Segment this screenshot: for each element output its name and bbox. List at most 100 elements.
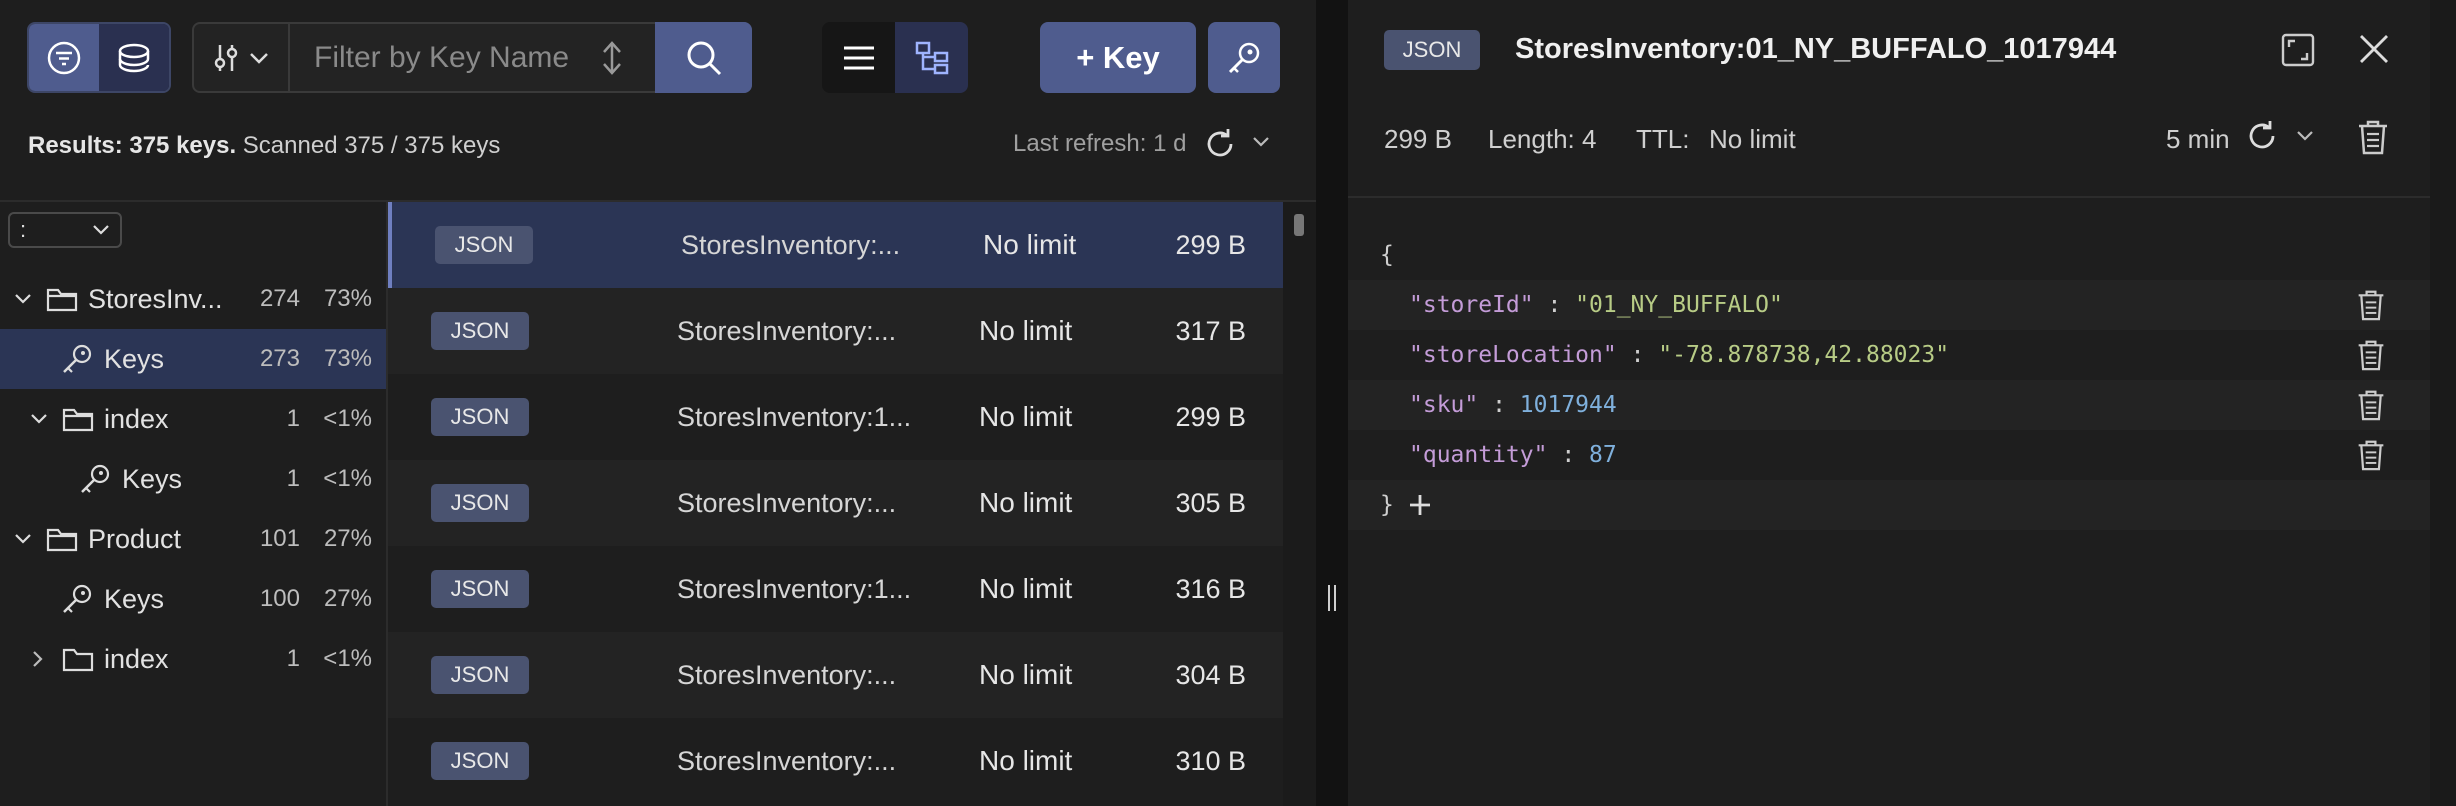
json-entry[interactable]: "storeLocation" : "-78.878738,42.88023" — [1348, 330, 2430, 380]
chevron-down-icon — [93, 225, 109, 235]
key-row[interactable]: JSON StoresInventory:1... No limit 316 B — [388, 546, 1283, 632]
search-mode-button[interactable] — [99, 24, 169, 91]
type-badge: JSON — [431, 398, 529, 436]
tree-keys-product[interactable]: Keys 100 27% — [0, 569, 386, 629]
bulk-actions-button[interactable] — [1208, 22, 1280, 93]
key-size: 316 B — [1175, 573, 1246, 604]
trash-icon[interactable] — [2356, 438, 2386, 472]
trash-icon[interactable] — [2356, 118, 2390, 156]
key-name: StoresInventory:... — [677, 487, 897, 518]
json-entry[interactable]: "sku" : 1017944 — [1348, 380, 2430, 430]
add-field-icon[interactable] — [1408, 493, 1432, 517]
key-row[interactable]: JSON StoresInventory:... No limit 317 B — [388, 288, 1283, 374]
tree-item-percent: <1% — [323, 405, 372, 432]
tree-item-percent: 73% — [323, 285, 372, 312]
tree-item-count: 101 — [259, 525, 300, 552]
tree-item-label: index — [104, 643, 169, 674]
json-value[interactable]: "-78.878738,42.88023" — [1658, 342, 1949, 368]
key-name: StoresInventory:... — [677, 745, 897, 776]
refresh-icon[interactable] — [1202, 126, 1238, 162]
results-scanned: Scanned 375 / 375 keys — [236, 132, 501, 159]
key-list-scrollbar[interactable] — [1283, 202, 1316, 806]
key-icon — [63, 584, 92, 613]
filter-mode-button[interactable] — [29, 24, 99, 91]
search-input[interactable] — [292, 24, 572, 91]
fullscreen-icon[interactable] — [2280, 32, 2316, 68]
tree-item-count: 1 — [286, 405, 300, 432]
add-key-button[interactable]: + Key — [1040, 22, 1196, 93]
key-ttl: No limit — [979, 659, 1073, 690]
key-wrench-icon — [1228, 42, 1260, 73]
close-icon[interactable] — [2357, 32, 2391, 66]
tree-view-button[interactable] — [895, 22, 968, 93]
key-ttl: No limit — [979, 573, 1073, 604]
tree-keys-index[interactable]: Keys 1 <1% — [0, 449, 386, 509]
auto-refresh-chevron-icon[interactable] — [1252, 136, 1270, 148]
tree-item-percent: 27% — [323, 585, 372, 612]
tree-folder-storesinventory[interactable]: StoresInv... 274 73% — [0, 269, 386, 329]
key-row[interactable]: JSON StoresInventory:... No limit 310 B — [388, 718, 1283, 804]
json-close-brace: } — [1380, 492, 1394, 518]
search-button[interactable] — [655, 22, 752, 93]
tree-folder-index[interactable]: index 1 <1% — [0, 389, 386, 449]
auto-refresh-chevron-icon[interactable] — [2296, 130, 2314, 142]
json-value[interactable]: "01_NY_BUFFALO" — [1575, 292, 1783, 318]
tree-folder-product[interactable]: Product 101 27% — [0, 509, 386, 569]
detail-type-badge: JSON — [1384, 30, 1480, 70]
sort-arrows-icon[interactable] — [598, 22, 626, 93]
list-view-icon — [843, 46, 874, 69]
type-badge: JSON — [431, 484, 529, 522]
json-entry[interactable]: "quantity" : 87 — [1348, 430, 2430, 480]
json-colon: : — [1547, 442, 1590, 468]
trash-icon[interactable] — [2356, 288, 2386, 322]
tree-item-label: Product — [88, 523, 182, 554]
resize-handle-icon[interactable] — [1325, 585, 1339, 611]
tree-item-count: 274 — [259, 285, 300, 312]
json-entry[interactable]: "storeId" : "01_NY_BUFFALO" — [1348, 280, 2430, 330]
key-name: StoresInventory:1... — [677, 401, 912, 432]
tree-item-percent: 73% — [323, 345, 372, 372]
key-row[interactable]: JSON StoresInventory:1... No limit 299 B — [388, 374, 1283, 460]
json-close-brace-line: } — [1348, 480, 2430, 530]
refresh-icon[interactable] — [2244, 118, 2280, 154]
tree-keys-storesinventory[interactable]: Keys 273 73% — [0, 329, 386, 389]
ttl-value[interactable]: No limit — [1709, 124, 1796, 155]
key-size: 310 B — [1175, 745, 1246, 776]
json-value[interactable]: 1017944 — [1520, 392, 1617, 418]
key-tree: : StoresInv... 274 73% Keys 273 73% inde… — [0, 202, 388, 806]
key-row[interactable]: JSON StoresInventory:... No limit 304 B — [388, 632, 1283, 718]
delimiter-select[interactable]: : — [8, 212, 122, 248]
tree-item-label: Keys — [122, 463, 183, 494]
tree-folder-product-index[interactable]: index 1 <1% — [0, 629, 386, 689]
delimiter-value: : — [20, 217, 27, 242]
list-view-button[interactable] — [822, 22, 895, 93]
last-refresh-label: Last refresh: 1 d — [1013, 130, 1187, 157]
json-colon: : — [1616, 342, 1659, 368]
trash-icon[interactable] — [2356, 338, 2386, 372]
panel-resizer[interactable] — [1316, 0, 1348, 806]
folder-icon — [46, 528, 78, 552]
key-icon — [81, 464, 110, 493]
key-row[interactable]: JSON StoresInventory:... No limit 299 B — [388, 202, 1283, 288]
search-icon — [687, 41, 721, 75]
json-open-brace-line: { — [1348, 230, 2430, 280]
json-key: "quantity" — [1409, 442, 1548, 468]
trash-icon[interactable] — [2356, 388, 2386, 422]
chevron-down-icon — [31, 414, 47, 424]
key-size-meta: 299 B — [1384, 124, 1452, 154]
key-row[interactable]: JSON StoresInventory:... No limit 305 B — [388, 460, 1283, 546]
json-value[interactable]: 87 — [1589, 442, 1617, 468]
type-badge: JSON — [431, 656, 529, 694]
json-key: "storeId" — [1409, 292, 1534, 318]
key-ttl: No limit — [983, 229, 1077, 260]
json-key: "storeLocation" — [1409, 342, 1617, 368]
window-edge — [2430, 0, 2456, 806]
tree-item-label: Keys — [104, 343, 165, 374]
key-length-meta: Length: 4 — [1488, 124, 1597, 154]
tree-item-label: index — [104, 403, 169, 434]
json-colon: : — [1533, 292, 1576, 318]
scrollbar-thumb[interactable] — [1294, 214, 1304, 236]
key-type-filter[interactable] — [194, 24, 290, 91]
detail-key-name[interactable]: StoresInventory:01_NY_BUFFALO_1017944 — [1515, 33, 2116, 66]
key-name: StoresInventory:... — [677, 315, 897, 346]
